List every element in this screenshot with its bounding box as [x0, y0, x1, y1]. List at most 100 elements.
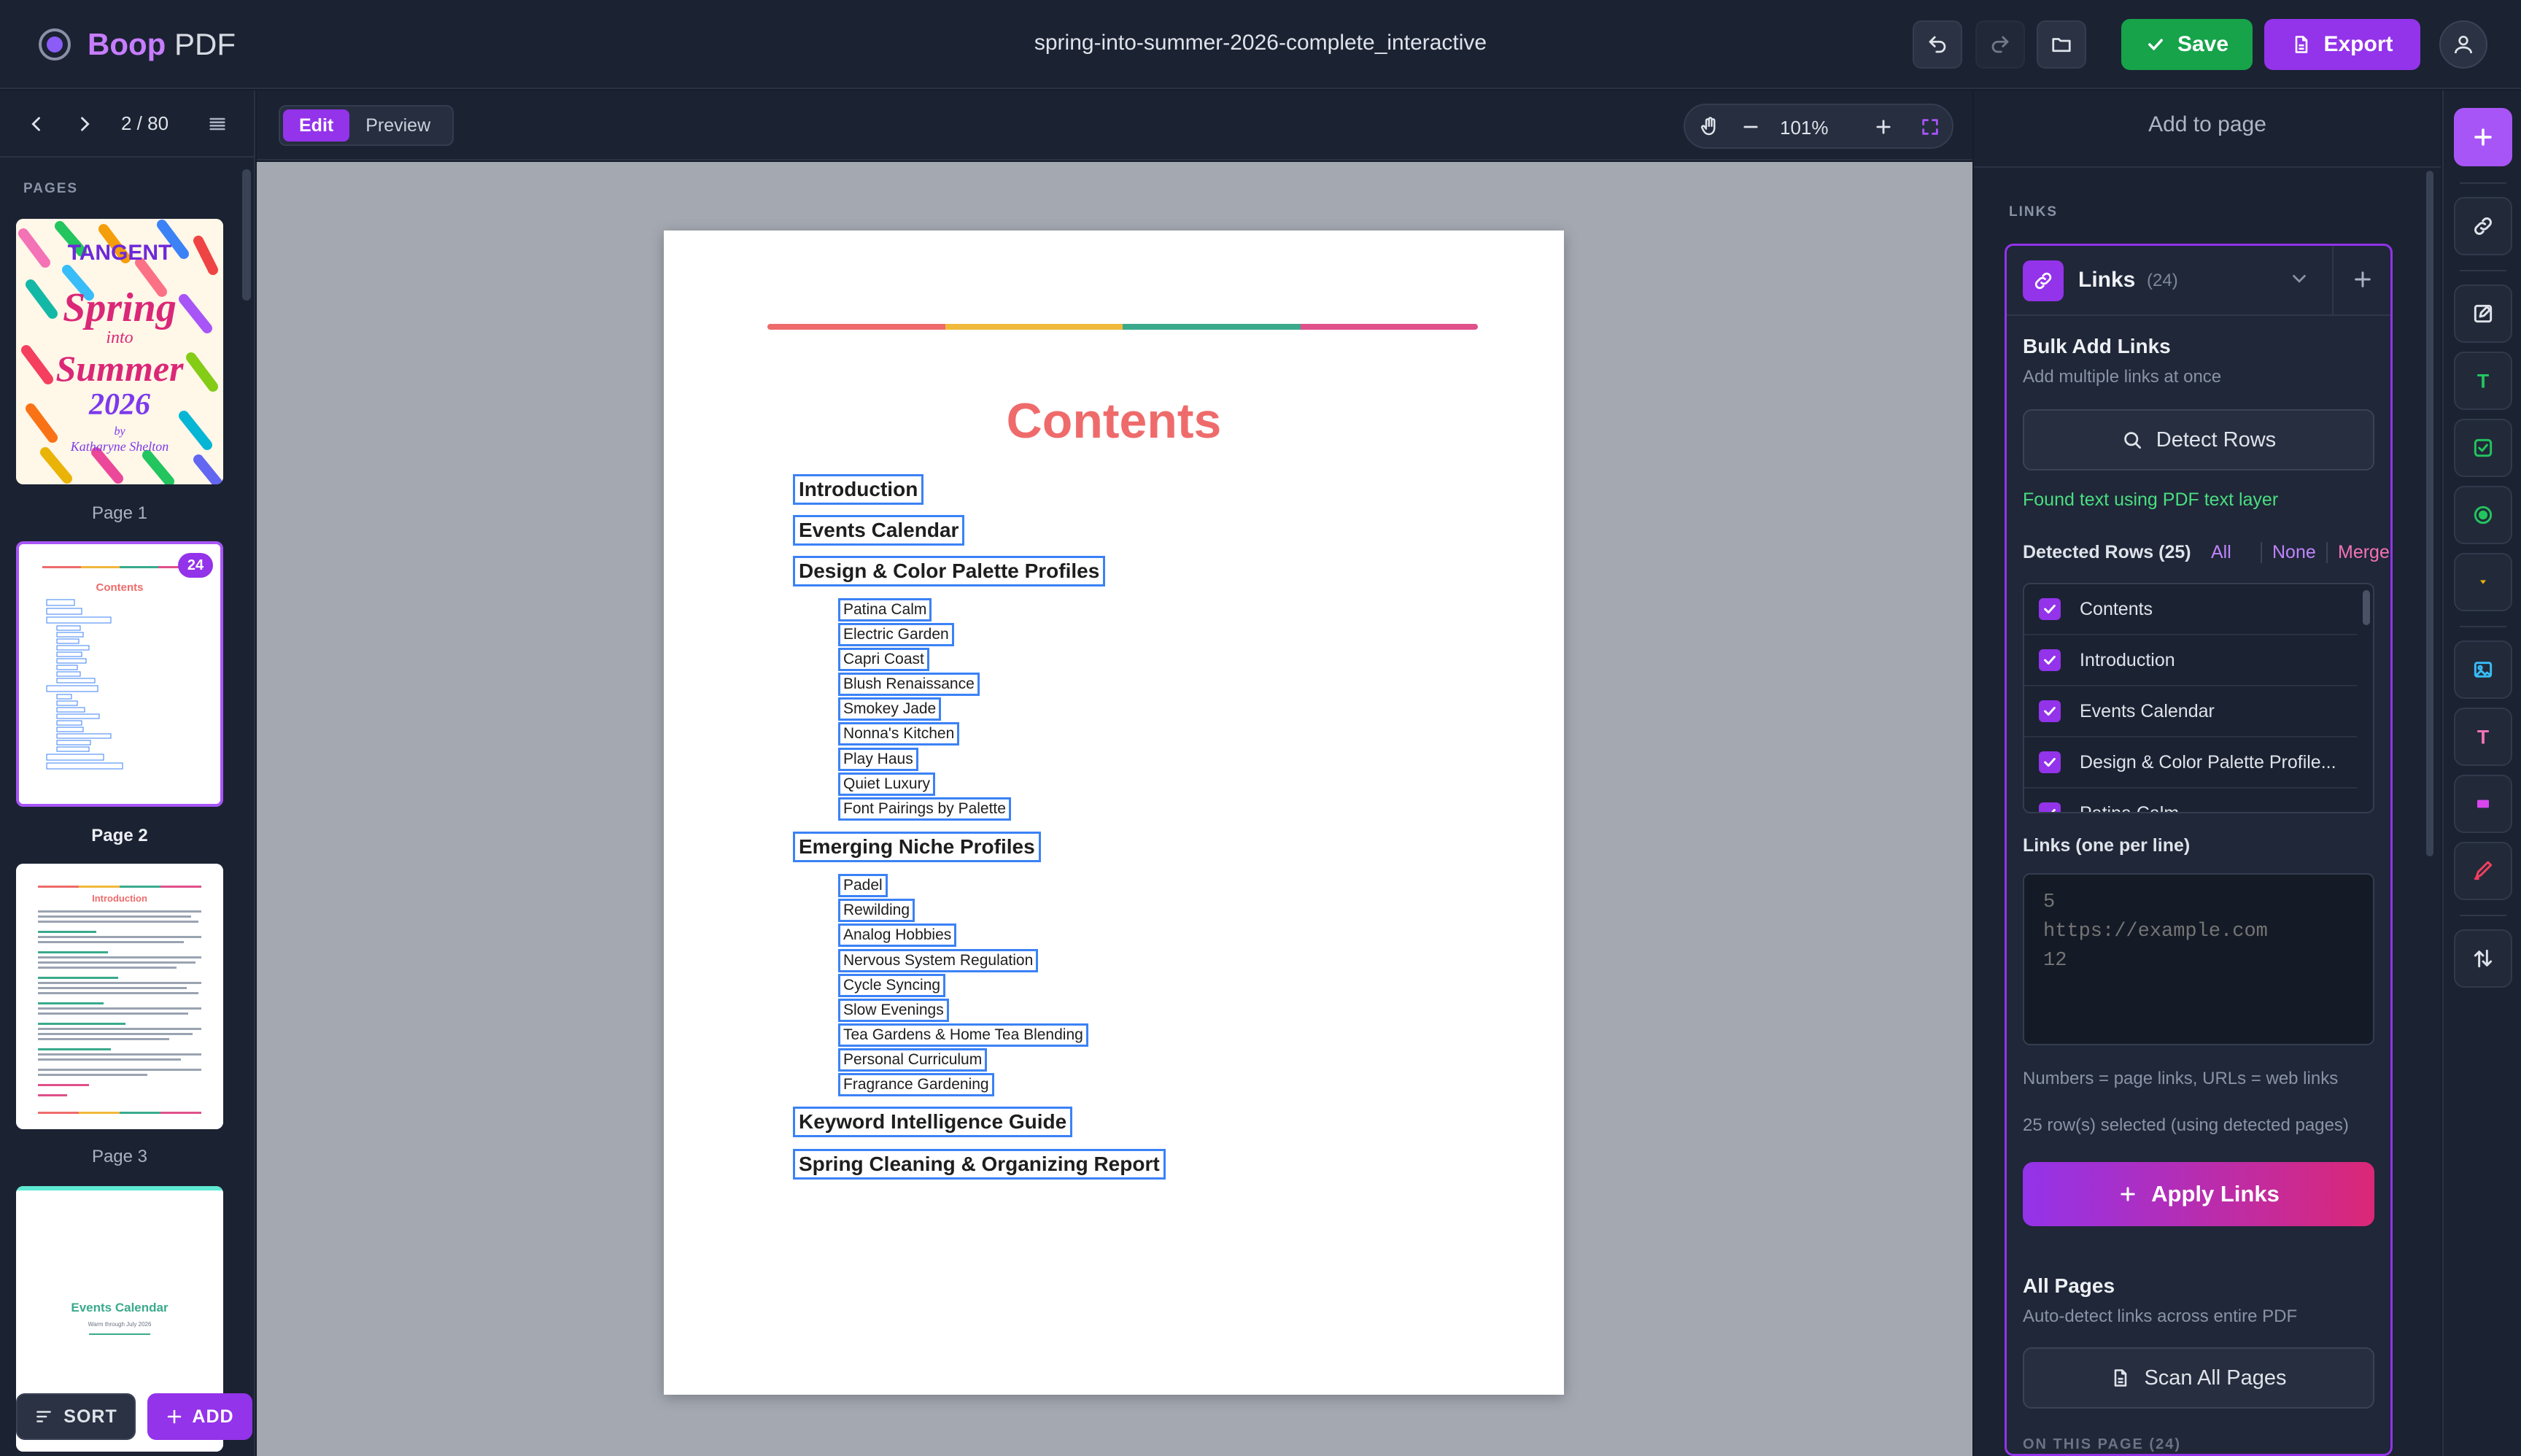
list-item[interactable]: Patina Calm — [2024, 789, 2357, 812]
pdf-page[interactable]: Contents Introduction Events Calendar De… — [664, 231, 1564, 1395]
expand-icon — [1922, 119, 1938, 135]
add-page-button[interactable]: ADD — [147, 1393, 252, 1440]
page-thumbnail-2[interactable]: Contents 24 — [16, 541, 223, 807]
dropdown-tool-button[interactable] — [2454, 553, 2512, 611]
add-element-button[interactable] — [2454, 108, 2512, 166]
list-item[interactable]: Introduction — [2024, 635, 2357, 686]
edit-tool-button[interactable] — [2454, 284, 2512, 343]
cover-artwork: TANGENT Spring into Summer 2026 by Katha… — [16, 219, 223, 484]
thumbnail-label-1: Page 1 — [91, 503, 148, 523]
toc-link[interactable]: Fragrance Gardening — [838, 1073, 994, 1096]
pages-heading: PAGES — [23, 181, 79, 196]
page-list-menu-button[interactable] — [203, 109, 232, 139]
toc-link[interactable]: Analog Hobbies — [838, 923, 957, 947]
page-thumbnail-3[interactable]: Introduction — [16, 864, 223, 1129]
toc-link[interactable]: Padel — [838, 874, 888, 897]
toc-link[interactable]: Design & Color Palette Profiles — [793, 556, 1106, 586]
links-card-title: Links — [2078, 268, 2136, 292]
save-button[interactable]: Save — [2121, 19, 2253, 70]
add-link-icon[interactable] — [2351, 268, 2374, 291]
undo-button[interactable] — [1913, 20, 1962, 69]
link-tool-button[interactable] — [2454, 197, 2512, 255]
checkbox-tool-button[interactable] — [2454, 419, 2512, 477]
list-item[interactable]: Design & Color Palette Profile... — [2024, 737, 2357, 789]
user-menu-button[interactable] — [2439, 20, 2487, 69]
open-file-button[interactable] — [2037, 20, 2086, 69]
toc-link[interactable]: Rewilding — [838, 899, 915, 922]
prev-page-button[interactable] — [22, 109, 51, 139]
toc-link[interactable]: Events Calendar — [793, 515, 965, 546]
toc-link[interactable]: Introduction — [793, 474, 924, 505]
rectangle-tool-button[interactable] — [2454, 775, 2512, 833]
link-icon — [2474, 217, 2492, 235]
toc-link[interactable]: Tea Gardens & Home Tea Blending — [838, 1023, 1088, 1047]
thumbnail-events-subtitle: Warm through July 2026 — [88, 1321, 152, 1328]
page-thumbnail-1[interactable]: TANGENT Spring into Summer 2026 by Katha… — [16, 219, 223, 484]
radio-tool-button[interactable] — [2454, 486, 2512, 544]
toc-link[interactable]: Nonna's Kitchen — [838, 722, 960, 746]
text-tool-button[interactable]: T — [2454, 708, 2512, 766]
toc-link[interactable]: Spring Cleaning & Organizing Report — [793, 1149, 1166, 1180]
image-tool-button[interactable] — [2454, 640, 2512, 699]
toc-link[interactable]: Emerging Niche Profiles — [793, 832, 1041, 862]
toc-link[interactable]: Font Pairings by Palette — [838, 797, 1011, 821]
scan-all-pages-button[interactable]: Scan All Pages — [2023, 1347, 2374, 1409]
toc-link[interactable]: Blush Renaissance — [838, 673, 980, 696]
export-button[interactable]: Export — [2264, 19, 2420, 70]
detect-rows-button[interactable]: Detect Rows — [2023, 409, 2374, 471]
edit-mode-button[interactable]: Edit — [283, 109, 350, 142]
thumbnail-contents-title: Contents — [96, 581, 144, 594]
select-none-button[interactable]: None — [2261, 542, 2316, 563]
add-to-page-panel: Add to page LINKS Links (24) Bulk Add Li… — [1974, 90, 2441, 1456]
detected-rows-label: Detected Rows (25) — [2023, 542, 2191, 562]
toc-link[interactable]: Electric Garden — [838, 623, 954, 646]
redo-button[interactable] — [1975, 20, 2025, 69]
list-item[interactable]: Events Calendar — [2024, 686, 2357, 737]
zoom-out-button[interactable] — [1738, 114, 1764, 140]
toc-link[interactable]: Capri Coast — [838, 648, 929, 671]
apply-links-label: Apply Links — [2151, 1181, 2280, 1207]
checkbox-checked-icon[interactable] — [2039, 700, 2061, 722]
row-label: Design & Color Palette Profile... — [2080, 751, 2336, 772]
toc-link[interactable]: Personal Curriculum — [838, 1048, 988, 1072]
checkbox-checked-icon[interactable] — [2039, 649, 2061, 671]
chevron-left-icon — [31, 117, 40, 131]
next-page-button[interactable] — [70, 109, 99, 139]
select-all-button[interactable]: All — [2211, 542, 2231, 563]
rectangle-icon — [2477, 799, 2489, 808]
sidebar-scrollbar[interactable] — [242, 169, 251, 301]
apply-links-button[interactable]: Apply Links — [2023, 1162, 2374, 1226]
pan-tool-button[interactable] — [1697, 114, 1723, 140]
checkbox-checked-icon[interactable] — [2039, 598, 2061, 620]
text-field-tool-button[interactable]: T — [2454, 352, 2512, 410]
links-card-header[interactable]: Links (24) — [2007, 246, 2390, 316]
links-input[interactable] — [2023, 873, 2374, 1045]
checkbox-checked-icon[interactable] — [2039, 802, 2061, 812]
toc-link[interactable]: Play Haus — [838, 748, 918, 771]
checkbox-checked-icon[interactable] — [2039, 751, 2061, 773]
cover-title-4: 2026 — [88, 388, 150, 422]
toc-link[interactable]: Keyword Intelligence Guide — [793, 1107, 1073, 1137]
toc-link[interactable]: Smokey Jade — [838, 697, 942, 721]
row-label: Events Calendar — [2080, 700, 2215, 721]
reorder-tool-button[interactable] — [2454, 929, 2512, 988]
chevron-down-icon[interactable] — [2288, 268, 2310, 290]
toc-link[interactable]: Nervous System Regulation — [838, 949, 1039, 972]
toc-link[interactable]: Slow Evenings — [838, 999, 949, 1022]
panel-scrollbar[interactable] — [2426, 171, 2433, 856]
fit-page-button[interactable] — [1917, 114, 1943, 140]
preview-mode-button[interactable]: Preview — [349, 109, 446, 142]
rows-scrollbar[interactable] — [2363, 590, 2370, 625]
cover-author: Katharyne Shelton — [70, 439, 169, 454]
merge-rows-button[interactable]: Merge — [2326, 542, 2390, 563]
draw-tool-button[interactable] — [2454, 842, 2512, 900]
zoom-in-button[interactable] — [1870, 114, 1897, 140]
toc-link[interactable]: Patina Calm — [838, 598, 932, 621]
sort-pages-button[interactable]: SORT — [16, 1393, 136, 1440]
thumbnail-events-title: Events Calendar — [71, 1301, 169, 1314]
toc-link[interactable]: Cycle Syncing — [838, 974, 946, 997]
pen-icon — [2474, 861, 2493, 880]
toc-link[interactable]: Quiet Luxury — [838, 772, 936, 796]
list-item[interactable]: Contents — [2024, 584, 2357, 635]
svg-text:T: T — [2477, 726, 2489, 748]
